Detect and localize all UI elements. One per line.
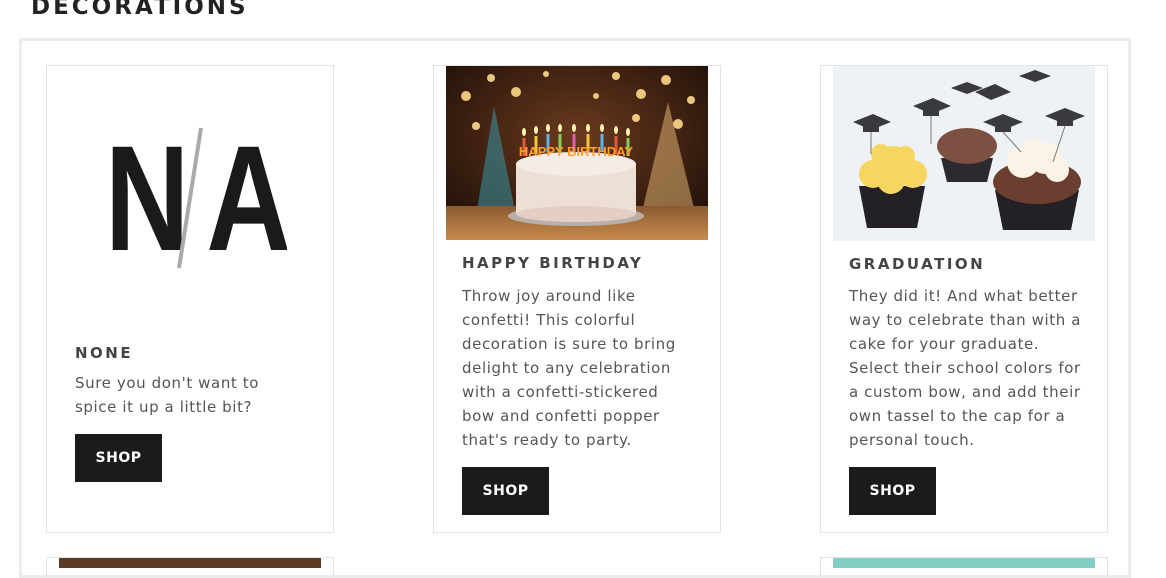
decoration-card-none: N A NONE Sure you don't want to spice it…: [46, 65, 334, 533]
na-logo-n: N: [105, 116, 189, 276]
birthday-cake-image[interactable]: HAPPY BIRTHDAY: [446, 66, 708, 240]
decoration-card-next-row: [820, 557, 1108, 577]
birthday-cake-photo: HAPPY BIRTHDAY: [446, 66, 708, 240]
section-title: DECORATIONS: [31, 0, 249, 20]
cake-candle-text: HAPPY BIRTHDAY: [519, 144, 633, 159]
card-title: GRADUATION: [849, 255, 986, 273]
decoration-card-happy-birthday: HAPPY BIRTHDAY HAPPY BIRTHDAY Throw joy …: [433, 65, 721, 533]
card-description: Throw joy around like confetti! This col…: [462, 287, 676, 449]
na-logo-a: A: [206, 116, 287, 276]
shop-button[interactable]: SHOP: [75, 434, 162, 482]
card-image: [833, 558, 1095, 568]
decoration-card-next-row: [46, 557, 334, 577]
graduation-cupcakes-image[interactable]: [833, 66, 1095, 241]
shop-button[interactable]: SHOP: [849, 467, 936, 515]
card-description: They did it! And what better way to cele…: [849, 287, 1081, 449]
card-title: NONE: [75, 344, 134, 362]
decorations-panel: N A NONE Sure you don't want to spice it…: [19, 38, 1131, 578]
card-description: Sure you don't want to spice it up a lit…: [75, 374, 260, 416]
na-logo: N A: [105, 116, 287, 276]
card-title: HAPPY BIRTHDAY: [462, 254, 644, 272]
shop-button[interactable]: SHOP: [462, 467, 549, 515]
decoration-card-graduation: GRADUATION They did it! And what better …: [820, 65, 1108, 533]
graduation-cupcakes-photo: [833, 66, 1095, 241]
card-image: [59, 558, 321, 568]
